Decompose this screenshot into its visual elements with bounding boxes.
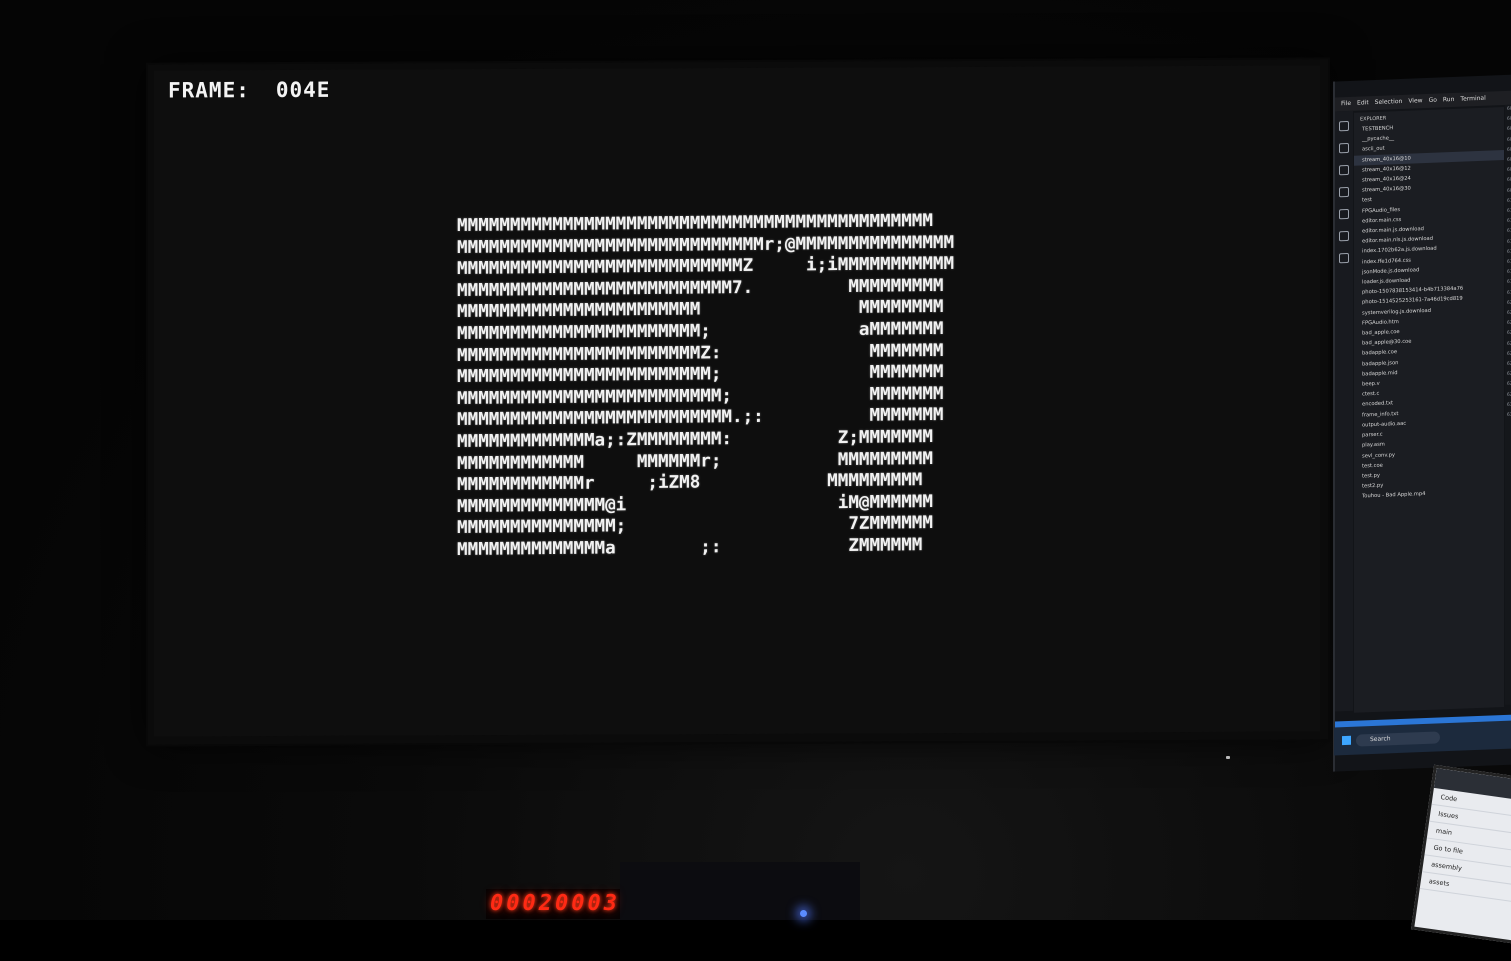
editor-menu-item[interactable]: Terminal [1460,95,1485,103]
line-number: 619 [1507,290,1511,296]
editor-menu-item[interactable]: Selection [1375,98,1403,106]
search-icon[interactable] [1339,142,1349,154]
line-number: 631 [1507,412,1511,419]
line-number: 613 [1507,229,1511,235]
line-number: 626 [1507,361,1511,367]
line-number: 614 [1507,239,1511,245]
editor-menu-item[interactable]: Run [1443,96,1455,103]
github-sidebar: Code Issues main Go to file assembly assets [1419,787,1511,905]
editor-menu-item[interactable]: Edit [1357,99,1369,106]
line-number: 620 [1507,300,1511,306]
line-number: 623 [1507,331,1511,337]
editor-menu-item[interactable]: Go [1429,97,1437,104]
seven-segment-display: 00020003 [486,889,620,919]
line-number: 606 [1507,157,1511,163]
remote-icon[interactable] [1339,230,1349,242]
source-control-icon[interactable] [1339,164,1349,176]
side-monitor-code-editor: File Edit Selection View Go Run Terminal EXPLO… [1333,74,1511,772]
seven-segment-value: 00020003 [490,891,620,916]
blue-status-led [800,910,807,917]
line-number: 622 [1507,320,1511,327]
taskbar-search[interactable]: Search [1356,731,1440,747]
line-number: 607 [1507,167,1511,174]
frame-value: 004E [275,77,331,103]
line-number: 603 [1507,126,1511,133]
line-number: 611 [1507,208,1511,214]
editor-menu-item[interactable]: File [1341,100,1351,107]
main-monitor: FRAME: 004E MMMMMMMMMMMMMMMMMMMMMMMMMMMMM… [148,59,1328,745]
line-number: 629 [1507,392,1511,398]
file-tree: TESTBENCH __pycache__ ascii_out stream_40x1… [1354,119,1504,502]
line-number: 624 [1507,341,1511,347]
editor-line-numbers: 601 602 603 604 605 606 607 608 609 610 611 612 613 6… [1505,104,1511,705]
line-number: 608 [1507,178,1511,184]
line-number: 605 [1507,147,1511,153]
line-number: 609 [1507,188,1511,194]
line-number: 612 [1507,218,1511,225]
explorer-panel: EXPLORER TESTBENCH __pycache__ ascii_out st… [1354,107,1504,713]
ascii-art-frame: MMMMMMMMMMMMMMMMMMMMMMMMMMMMMMMMMMMMMMMM… [457,211,955,560]
windows-start-icon[interactable] [1342,735,1351,746]
editor-menu-item[interactable]: View [1408,97,1422,105]
fpga-board [620,862,860,920]
run-debug-icon[interactable] [1339,186,1349,198]
line-number: 604 [1507,137,1511,143]
editor-activity-bar [1335,110,1353,712]
extensions-icon[interactable] [1339,208,1349,220]
line-number: 602 [1507,116,1511,123]
line-number: 618 [1507,280,1511,286]
line-number: 630 [1507,402,1511,408]
frame-label-text: FRAME: [168,78,250,103]
frame-counter-label: FRAME: 004E [168,78,330,103]
line-number: 601 [1507,106,1511,112]
line-number: 621 [1507,310,1511,316]
line-number: 627 [1507,371,1511,378]
testing-icon[interactable] [1339,252,1349,264]
line-number: 616 [1507,259,1511,265]
letterbox-bar [0,920,1511,961]
line-number: 628 [1507,382,1511,388]
line-number: 625 [1507,351,1511,357]
files-icon[interactable] [1339,120,1349,132]
monitor-power-led [1226,756,1230,759]
monitor-screen: FRAME: 004E MMMMMMMMMMMMMMMMMMMMMMMMMMMMM… [154,65,1320,737]
line-number: 615 [1507,249,1511,255]
line-number: 617 [1507,269,1511,276]
line-number: 610 [1507,198,1511,204]
